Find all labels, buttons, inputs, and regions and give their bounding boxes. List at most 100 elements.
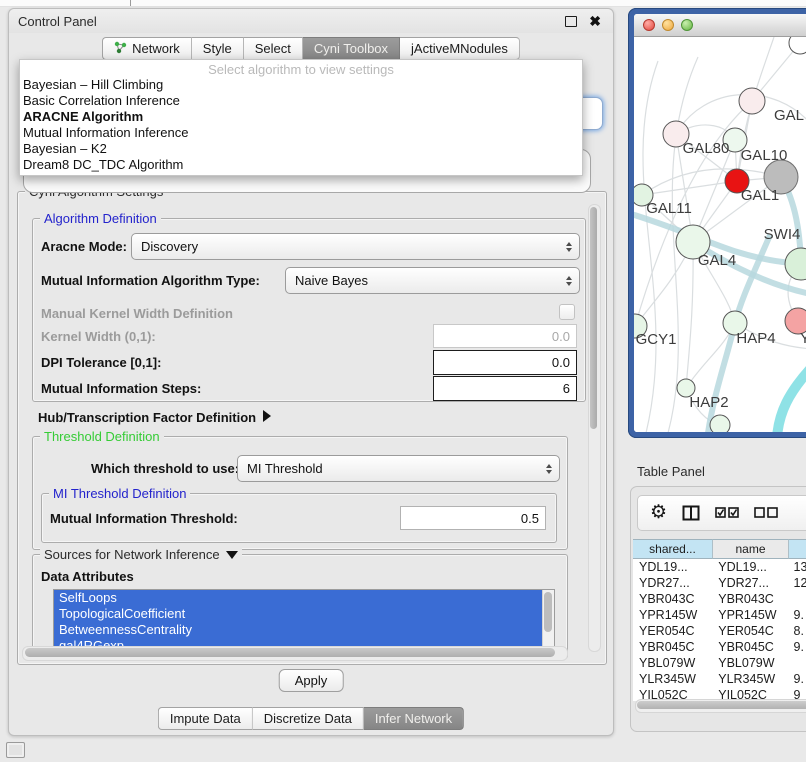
table-cell[interactable]: YDR27... (712, 575, 787, 591)
apply-button[interactable]: Apply (279, 669, 344, 692)
table-cell[interactable]: YDL19... (712, 559, 787, 575)
table-row[interactable]: YPR145WYPR145W9. (633, 607, 806, 623)
scrollbar-thumb[interactable] (590, 207, 597, 429)
scrollbar-thumb[interactable] (544, 592, 552, 632)
settings-horizontal-scrollbar[interactable] (22, 646, 568, 661)
select-all-columns-icon[interactable] (715, 507, 739, 519)
table-cell[interactable]: YBR043C (633, 591, 712, 607)
table-horizontal-scrollbar[interactable] (635, 699, 806, 713)
tab-select[interactable]: Select (244, 37, 303, 60)
table-cell[interactable]: 9. (788, 607, 806, 623)
network-node[interactable] (789, 37, 806, 54)
threshold-definition-group: Threshold Definition Which threshold to … (32, 436, 568, 550)
table-cell[interactable]: YBL079W (633, 655, 712, 671)
table-cell[interactable]: 12 (788, 575, 806, 591)
column-header-name[interactable]: name (713, 539, 789, 559)
table-row[interactable]: YBR043CYBR043C (633, 591, 806, 607)
table-cell[interactable]: YDL19... (633, 559, 712, 575)
mi-algorithm-type-combo[interactable]: Naive Bayes (285, 267, 580, 294)
table-cell[interactable]: YLR345W (712, 671, 787, 687)
network-node-swi4[interactable] (785, 248, 806, 280)
network-view-window[interactable]: GALGAL80GAL10GAL1GAL11GAL4SWI4GCY1HAP4YH… (628, 8, 806, 438)
kernel-width-field[interactable]: 0.0 (433, 324, 577, 348)
table-cell[interactable]: YER054C (633, 623, 712, 639)
algorithm-option-bayesian-hill-climbing[interactable]: Bayesian – Hill Climbing (20, 77, 582, 93)
kernel-width-label: Kernel Width (0,1): (41, 329, 156, 344)
gear-icon[interactable]: ⚙ (650, 504, 667, 522)
tab-network[interactable]: Network (102, 37, 192, 60)
tab-style[interactable]: Style (192, 37, 244, 60)
attribute-item-betweennesscentrality[interactable]: BetweennessCentrality (54, 622, 543, 638)
settings-vertical-scrollbar[interactable] (588, 204, 601, 652)
table-cell[interactable]: YPR145W (712, 607, 787, 623)
mi-threshold-field[interactable]: 0.5 (400, 506, 546, 530)
network-node[interactable] (710, 415, 730, 432)
algorithm-option-basic-correlation-inference[interactable]: Basic Correlation Inference (20, 93, 582, 109)
table-cell[interactable]: YLR345W (633, 671, 712, 687)
algorithm-option-aracne-algorithm[interactable]: ARACNE Algorithm (20, 109, 582, 125)
algorithm-option-mutual-information-inference[interactable]: Mutual Information Inference (20, 125, 582, 141)
minimize-icon[interactable] (662, 19, 674, 31)
table-cell[interactable]: 9. (788, 671, 806, 687)
expander-expanded-icon (226, 551, 238, 559)
algorithm-option-bayesian-k2[interactable]: Bayesian – K2 (20, 141, 582, 157)
table-cell[interactable]: 8. (788, 623, 806, 639)
table-row[interactable]: YLR345WYLR345W9. (633, 671, 806, 687)
hub-definition-expander[interactable]: Hub/Transcription Factor Definition (38, 410, 271, 425)
mi-threshold-label: Mutual Information Threshold: (50, 511, 238, 526)
table-cell[interactable] (788, 655, 806, 671)
table-row[interactable]: YBR045CYBR045C9. (633, 639, 806, 655)
panel-title: Control Panel (18, 14, 97, 29)
node-label-gal10: GAL10 (741, 147, 788, 164)
close-icon[interactable] (643, 19, 655, 31)
manual-kernel-width-checkbox[interactable] (559, 304, 575, 320)
sources-group-title[interactable]: Sources for Network Inference (40, 547, 242, 562)
which-threshold-combo[interactable]: MI Threshold (237, 455, 560, 482)
table-cell[interactable]: YPR145W (633, 607, 712, 623)
table-cell[interactable]: YBR043C (712, 591, 787, 607)
table-row[interactable]: YDL19...YDL19...13 (633, 559, 806, 575)
zoom-icon[interactable] (681, 19, 693, 31)
scrollbar-thumb[interactable] (637, 701, 806, 709)
algorithm-placeholder: Select algorithm to view settings (20, 62, 582, 77)
attribute-item-selfloops[interactable]: SelfLoops (54, 590, 543, 606)
tab-infer-network[interactable]: Infer Network (364, 707, 464, 730)
table-cell[interactable]: YBR045C (712, 639, 787, 655)
table-cell[interactable]: 13 (788, 559, 806, 575)
tab-jactivemnodules[interactable]: jActiveMNodules (400, 37, 520, 60)
attribute-item-topologicalcoefficient[interactable]: TopologicalCoefficient (54, 606, 543, 622)
algorithm-option-dream8-dc-tdc-algorithm[interactable]: Dream8 DC_TDC Algorithm (20, 157, 582, 173)
manual-kernel-width-label: Manual Kernel Width Definition (41, 306, 233, 321)
scrollbar-thumb[interactable] (25, 648, 555, 657)
tab-discretize-data[interactable]: Discretize Data (253, 707, 364, 730)
sources-group: Sources for Network Inference Data Attri… (32, 554, 568, 659)
table-cell[interactable]: 9. (788, 639, 806, 655)
close-icon[interactable]: ✖ (589, 16, 601, 26)
tab-cyni-toolbox[interactable]: Cyni Toolbox (303, 37, 400, 60)
toolbar-divider (130, 0, 131, 6)
dock-panel-icon[interactable] (6, 742, 25, 758)
table-cell[interactable] (788, 591, 806, 607)
table-row[interactable]: YBL079WYBL079W (633, 655, 806, 671)
table-cell[interactable]: YDR27... (633, 575, 712, 591)
column-header-shared[interactable]: shared... (633, 539, 713, 559)
dpi-tolerance-field[interactable]: 0.0 (433, 350, 577, 375)
unselect-all-columns-icon[interactable] (754, 507, 778, 519)
float-window-icon[interactable] (565, 16, 577, 27)
network-icon (114, 41, 127, 57)
table-row[interactable]: YDR27...YDR27...12 (633, 575, 806, 591)
node-label-hap4: HAP4 (736, 330, 775, 347)
column-header-a[interactable]: A (789, 539, 806, 559)
control-panel-titlebar: Control Panel ✖ (9, 9, 613, 33)
table-cell[interactable]: YBR045C (633, 639, 712, 655)
aracne-mode-combo[interactable]: Discovery (131, 233, 580, 260)
table-cell[interactable]: YER054C (712, 623, 787, 639)
table-row[interactable]: YER054CYER054C8. (633, 623, 806, 639)
control-panel-tabbar: NetworkStyleSelectCyni ToolboxjActiveMNo… (9, 37, 613, 60)
table-cell[interactable]: YBL079W (712, 655, 787, 671)
columns-icon[interactable] (682, 505, 700, 521)
network-node-gal[interactable] (739, 88, 765, 114)
network-canvas[interactable]: GALGAL80GAL10GAL1GAL11GAL4SWI4GCY1HAP4YH… (634, 37, 806, 432)
tab-impute-data[interactable]: Impute Data (158, 707, 253, 730)
mi-steps-field[interactable]: 6 (433, 376, 577, 401)
